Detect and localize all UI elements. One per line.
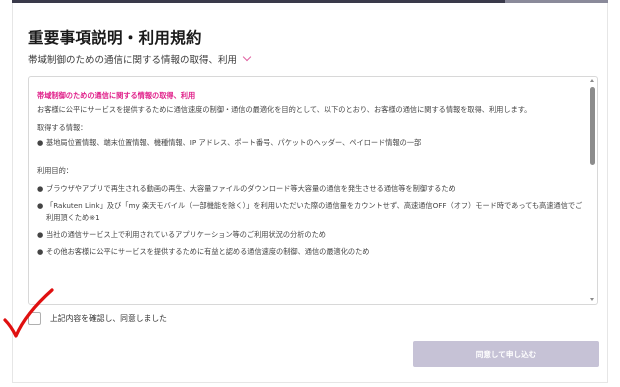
bullet-icon: ● bbox=[37, 247, 44, 256]
terms-section-title: 帯域制御のための通信に関する情報の取得、利用 bbox=[37, 91, 196, 100]
bullet-icon: ● bbox=[37, 184, 44, 193]
bullet-icon: ● bbox=[37, 230, 44, 239]
list-item: ● 当社の通信サービス上で利用されているアプリケーション等のご利用状況の分析のた… bbox=[37, 230, 326, 239]
list-item: ● ブラウザやアプリで再生される動画の再生、大容量ファイルのダウンロード等大容量… bbox=[37, 184, 456, 193]
terms-content: 帯域制御のための通信に関する情報の取得、利用 お客様に公平にサービスを提供するた… bbox=[37, 91, 585, 258]
section-selector-label: 帯域制御のための通信に関する情報の取得、利用 bbox=[28, 55, 238, 66]
agree-row[interactable]: 上記内容を確認し、同意しました bbox=[28, 312, 167, 325]
terms-dialog: 重要事項説明・利用規約 帯域制御のための通信に関する情報の取得、利用 帯域制御の… bbox=[12, 3, 608, 383]
terms-scroll-area[interactable]: 帯域制御のための通信に関する情報の取得、利用 お客様に公平にサービスを提供するた… bbox=[28, 76, 598, 305]
bullet-icon: ● bbox=[37, 138, 44, 147]
bullet-icon: ● bbox=[37, 201, 44, 210]
acquire-label: 取得する情報： bbox=[37, 123, 88, 132]
page: 重要事項説明・利用規約 帯域制御のための通信に関する情報の取得、利用 帯域制御の… bbox=[0, 0, 620, 387]
terms-intro: お客様に公平にサービスを提供するために通信速度の制御・通信の最適化を目的として、… bbox=[37, 105, 532, 114]
scrollbar-thumb[interactable] bbox=[590, 87, 595, 165]
list-item: ● その他お客様に公平にサービスを提供するために有益と認める通信速度の制御、通信… bbox=[37, 247, 370, 256]
section-selector[interactable]: 帯域制御のための通信に関する情報の取得、利用 bbox=[28, 52, 252, 66]
dialog-title: 重要事項説明・利用規約 bbox=[28, 29, 202, 47]
scroll-up-arrow-icon[interactable] bbox=[590, 79, 594, 82]
list-item: ● 基地局位置情報、端末位置情報、機種情報、IP アドレス、ポート番号、パケット… bbox=[37, 138, 422, 147]
purpose-label: 利用目的： bbox=[37, 166, 73, 175]
scroll-down-arrow-icon[interactable] bbox=[590, 298, 594, 301]
submit-button[interactable]: 同意して申し込む bbox=[413, 341, 599, 367]
agree-label[interactable]: 上記内容を確認し、同意しました bbox=[50, 313, 167, 324]
chevron-down-icon bbox=[242, 52, 252, 62]
agree-checkbox[interactable] bbox=[28, 312, 41, 325]
list-item: ● 「Rakuten Link」及び「my 楽天モバイル（一部機能を除く）」を利… bbox=[37, 201, 583, 222]
